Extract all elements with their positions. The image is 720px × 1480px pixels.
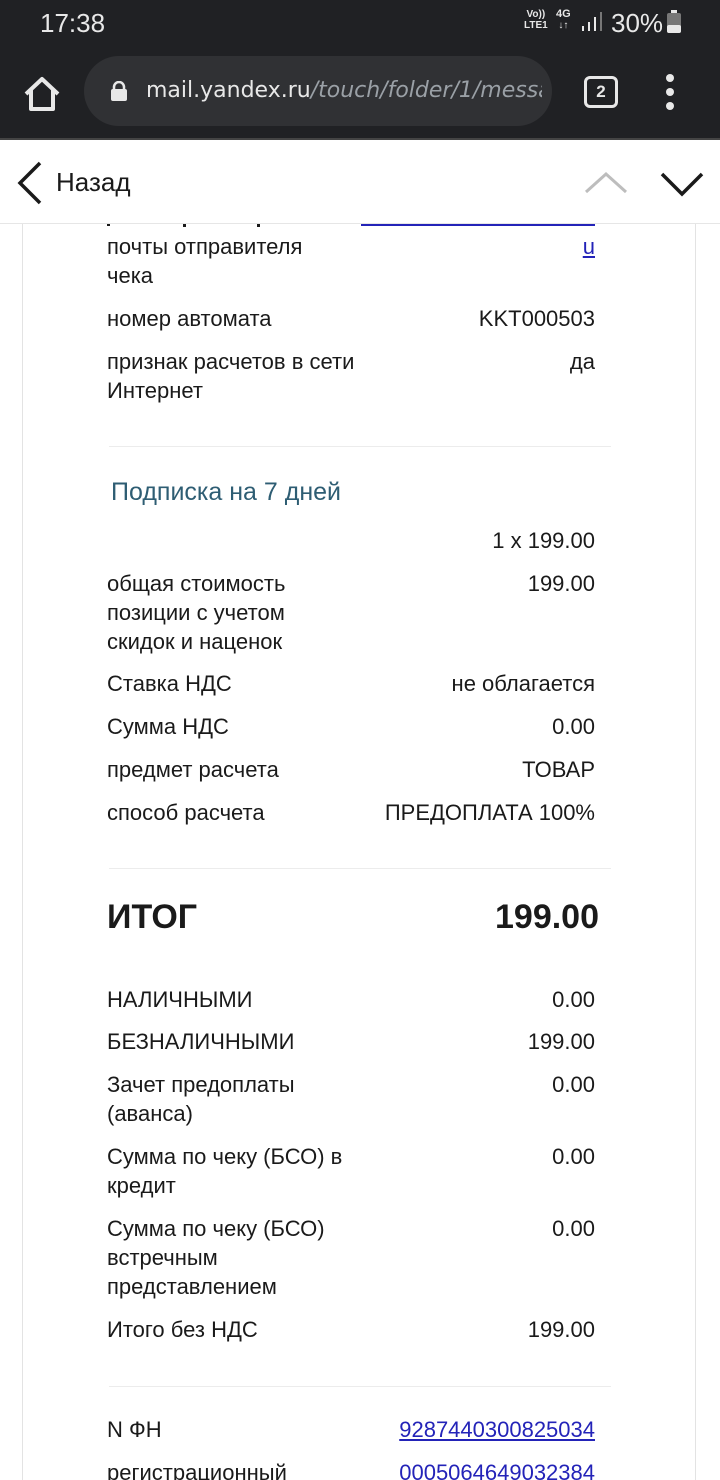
row-value: не облагается bbox=[451, 671, 595, 696]
status-bar: 17:38 Vo)) LTE1 4G ↓↑ 30% bbox=[0, 0, 720, 44]
row-key: номер автомата bbox=[107, 306, 272, 331]
row-key: Зачет предоплаты (аванса) bbox=[107, 1072, 295, 1126]
back-button[interactable]: Назад bbox=[10, 158, 150, 208]
row-value: 0.00 bbox=[552, 1144, 595, 1169]
qty-price: 1 x 199.00 bbox=[492, 528, 595, 553]
url-host: mail.yandex.ru bbox=[146, 78, 311, 103]
row-value: KKT000503 bbox=[478, 306, 595, 331]
clipped-row-remnant bbox=[107, 224, 595, 230]
row-key: общая стоимость позиции с учетом скидок … bbox=[107, 571, 286, 654]
divider bbox=[109, 1386, 611, 1387]
row-key: НАЛИЧНЫМИ bbox=[107, 987, 253, 1012]
row-value: 0.00 bbox=[552, 1216, 595, 1241]
registration-number-link[interactable]: 0005064649032384 bbox=[399, 1458, 595, 1480]
row-key: БЕЗНАЛИЧНЫМИ bbox=[107, 1029, 295, 1054]
url-text[interactable]: mail.yandex.ru/touch/folder/1/message/ bbox=[146, 78, 542, 103]
row-key: Ставка НДС bbox=[107, 671, 232, 696]
row-value: 0.00 bbox=[552, 987, 595, 1012]
tab-switcher-button[interactable]: 2 bbox=[584, 76, 618, 108]
next-message-chevron-down-icon[interactable] bbox=[656, 162, 708, 202]
sender-email-link[interactable]: u bbox=[583, 232, 595, 261]
row-value: 199.00 bbox=[527, 1029, 595, 1054]
signal-strength-icon bbox=[582, 12, 602, 31]
home-icon[interactable] bbox=[22, 74, 62, 114]
row-value: 0.00 bbox=[552, 1072, 595, 1097]
row-key: Сумма НДС bbox=[107, 714, 229, 739]
row-key: предмет расчета bbox=[107, 757, 279, 782]
row-value: ТОВАР bbox=[522, 757, 595, 782]
total-label: ИТОГ bbox=[107, 898, 198, 936]
row-value: 199.00 bbox=[527, 1317, 595, 1342]
divider bbox=[109, 868, 611, 869]
row-key: регистрационный bbox=[107, 1460, 287, 1480]
fiscal-drive-link[interactable]: 9287440300825034 bbox=[399, 1415, 595, 1444]
divider bbox=[109, 446, 611, 447]
receipt-card: почты отправителя чека u номер автомата … bbox=[22, 224, 696, 1480]
row-value: 199.00 bbox=[527, 571, 595, 596]
previous-message-chevron-up-icon[interactable] bbox=[580, 162, 632, 202]
network-type-indicator: 4G ↓↑ bbox=[556, 8, 571, 32]
back-label: Назад bbox=[56, 167, 131, 197]
volte-indicator: Vo)) LTE1 bbox=[524, 9, 548, 31]
url-path: /touch/folder/1/message/ bbox=[310, 78, 542, 103]
lock-icon bbox=[111, 81, 127, 101]
battery-icon bbox=[667, 10, 681, 33]
more-menu-icon[interactable] bbox=[662, 72, 678, 112]
clock: 17:38 bbox=[40, 8, 106, 38]
row-value: 0.00 bbox=[552, 714, 595, 739]
row-value: да bbox=[569, 349, 595, 374]
row-key: способ расчета bbox=[107, 800, 265, 825]
row-key: почты отправителя чека bbox=[107, 234, 303, 288]
row-key: N ФН bbox=[107, 1417, 162, 1442]
browser-toolbar: mail.yandex.ru/touch/folder/1/message/ 2 bbox=[0, 44, 720, 140]
battery-percent: 30% bbox=[611, 8, 664, 38]
row-key: Сумма по чеку (БСО) в кредит bbox=[107, 1144, 343, 1198]
total-value: 199.00 bbox=[495, 898, 599, 936]
row-value: ПРЕДОПЛАТА 100% bbox=[384, 800, 595, 825]
item-title: Подписка на 7 дней bbox=[111, 478, 342, 506]
row-key: признак расчетов в сети Интернет bbox=[107, 349, 355, 403]
mail-toolbar: Назад bbox=[0, 142, 720, 224]
row-key: Итого без НДС bbox=[107, 1317, 258, 1342]
row-key: Сумма по чеку (БСО) встречным представле… bbox=[107, 1216, 325, 1299]
clipped-text-remnant bbox=[107, 224, 595, 227]
chevron-left-icon bbox=[17, 161, 42, 205]
address-bar[interactable]: mail.yandex.ru/touch/folder/1/message/ bbox=[84, 56, 552, 126]
